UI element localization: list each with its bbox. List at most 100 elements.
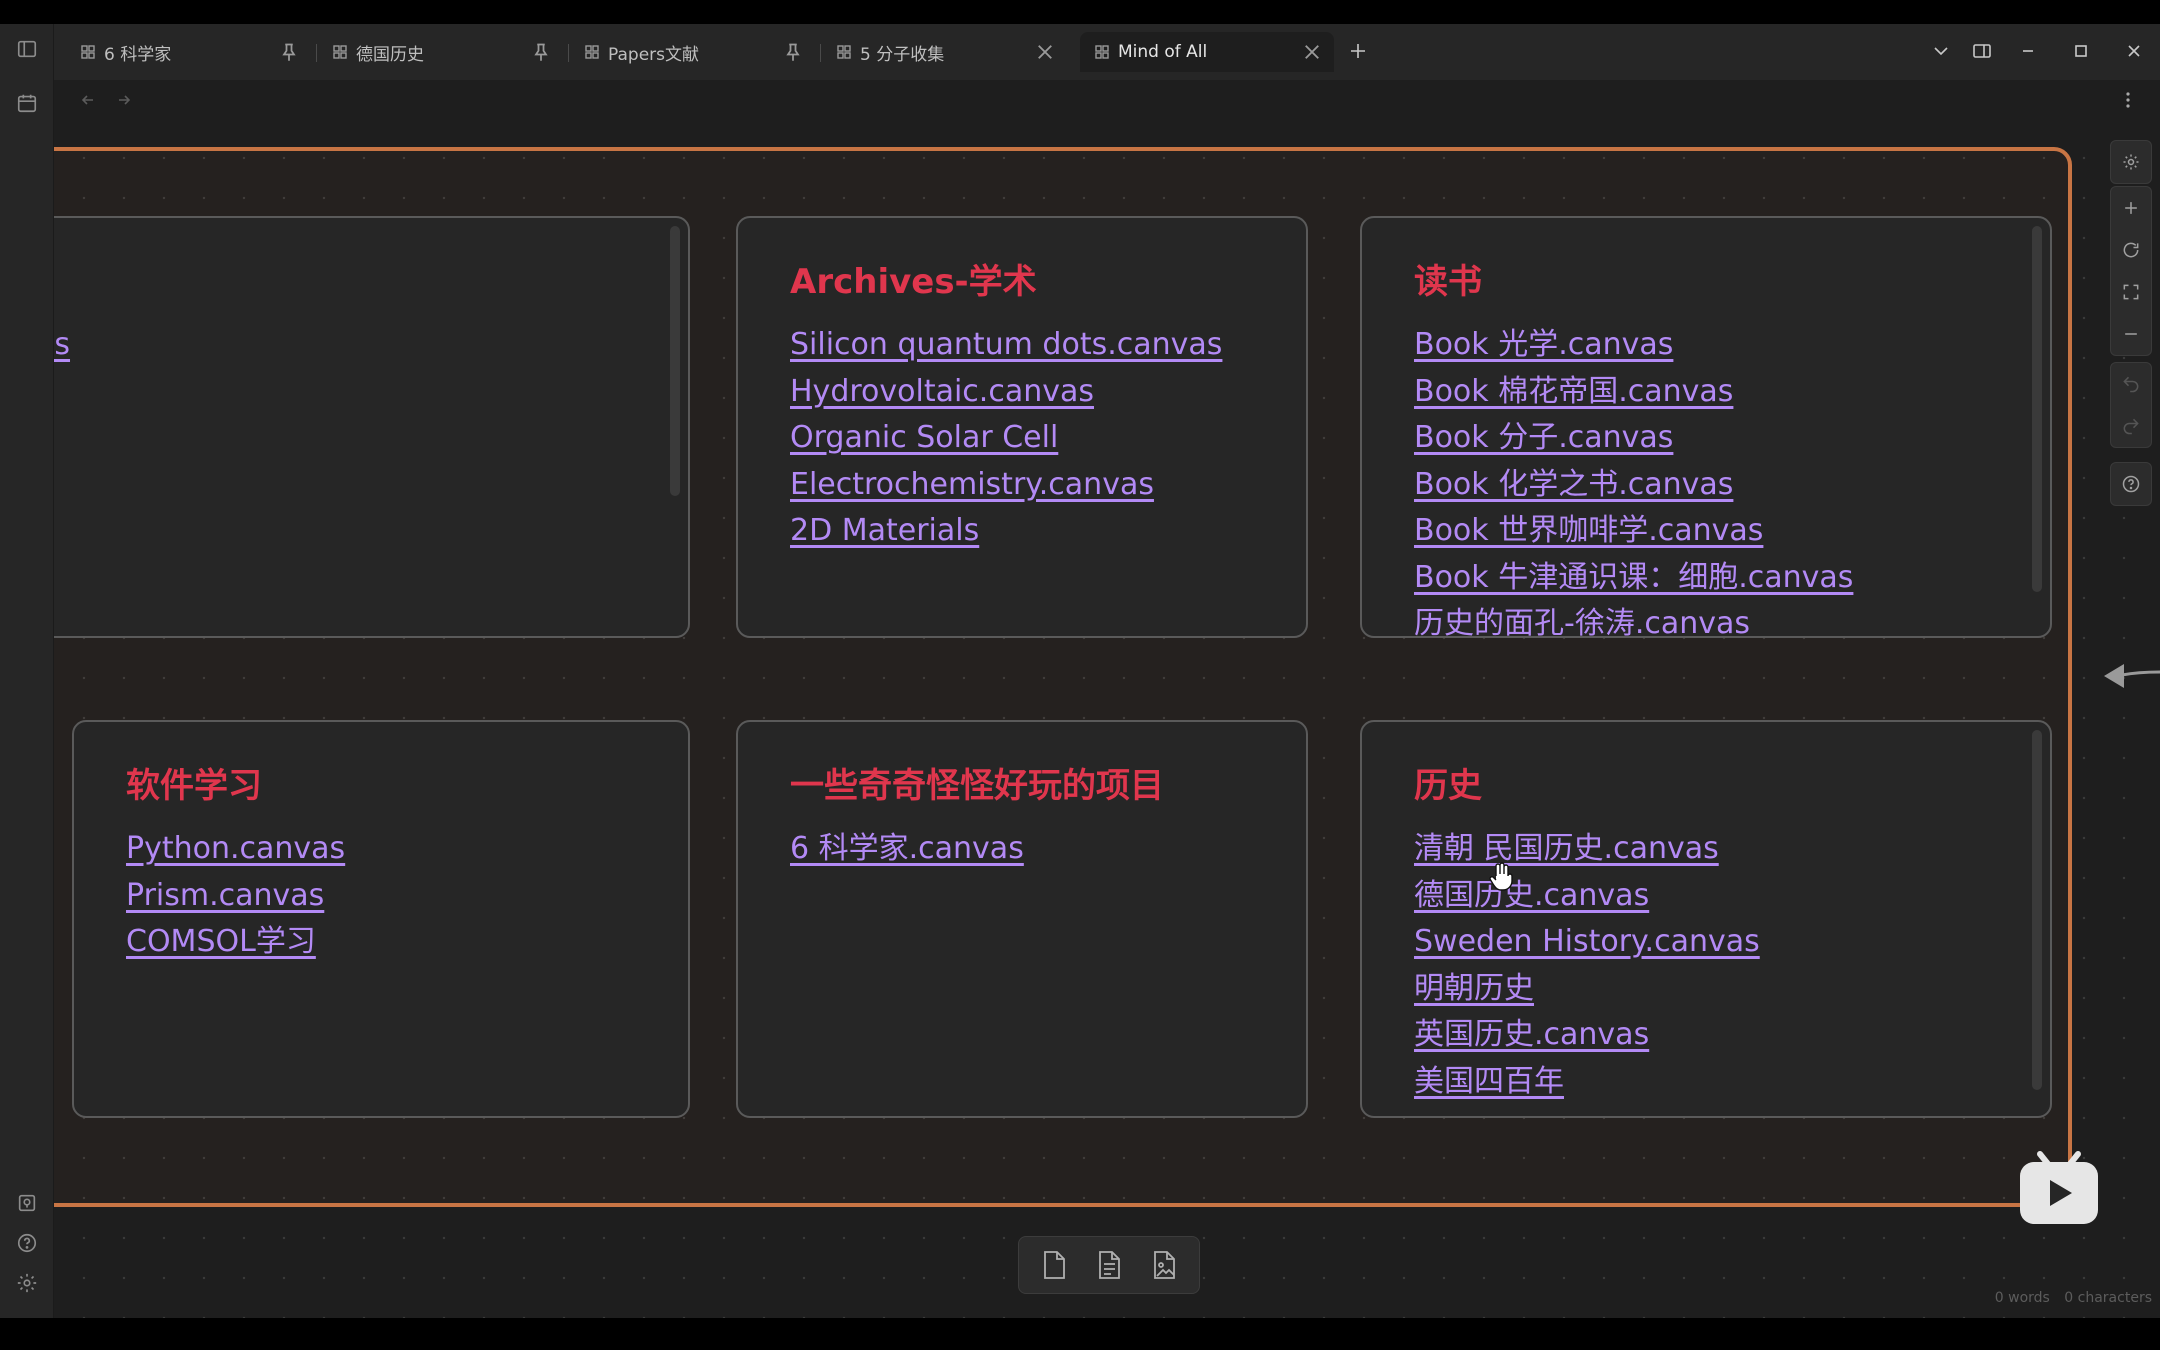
card-scrollbar[interactable]	[670, 226, 680, 496]
canvas-link[interactable]: 清朝 民国历史.canvas	[1414, 826, 1760, 873]
window-close-icon[interactable]	[2119, 36, 2149, 66]
character-count: 0 characters	[2064, 1290, 2152, 1306]
canvas-link[interactable]: 2D Materials	[790, 508, 1222, 555]
history-group	[2110, 362, 2152, 448]
tab-separator	[568, 44, 569, 62]
hand-cursor-icon	[1489, 862, 1513, 891]
card-creation-toolbar	[1018, 1236, 1200, 1294]
card-archives[interactable]: Archives-学术 Silicon quantum dots.canvas …	[736, 216, 1308, 638]
pin-icon[interactable]	[279, 42, 299, 62]
tab-german-history[interactable]: 德国历史	[318, 32, 563, 72]
settings-group	[2110, 140, 2152, 184]
canvas-link[interactable]: Prism.canvas	[126, 873, 345, 920]
tab-label: Papers文献	[608, 44, 700, 65]
settings-gear-icon[interactable]	[14, 1270, 40, 1296]
forward-arrow-icon[interactable]	[110, 86, 138, 114]
tab-separator	[820, 44, 821, 62]
canvas-link[interactable]: Silicon quantum dots.canvas	[790, 322, 1222, 369]
sidebar-toggle-icon[interactable]	[14, 36, 40, 62]
tab-label: Mind of All	[1118, 42, 1208, 62]
card-scrollbar[interactable]	[2032, 730, 2042, 1090]
tab-papers[interactable]: Papers文献	[570, 32, 815, 72]
new-tab-plus-icon[interactable]	[1343, 36, 1373, 66]
canvas-link[interactable]: Book 光学.canvas	[1414, 322, 1853, 369]
calendar-icon[interactable]	[14, 90, 40, 116]
canvas-link[interactable]: Book 棉花帝国.canvas	[1414, 369, 1853, 416]
card-history[interactable]: 历史 清朝 民国历史.canvas 德国历史.canvas Sweden His…	[1360, 720, 2052, 1118]
card-title: 一些奇奇怪怪好玩的项目	[790, 766, 1164, 806]
tab-molecule-collection[interactable]: 5 分子收集	[822, 32, 1067, 72]
pin-icon[interactable]	[783, 42, 803, 62]
canvas-icon	[584, 44, 600, 60]
help-group	[2110, 462, 2152, 506]
canvas-link[interactable]: Organic Solar Cell	[790, 415, 1222, 462]
card-reading[interactable]: 读书 Book 光学.canvas Book 棉花帝国.canvas Book …	[1360, 216, 2052, 638]
redo-icon[interactable]	[2111, 405, 2151, 447]
new-card-icon[interactable]	[1032, 1243, 1076, 1287]
canvas-link[interactable]: 历史的面孔-徐涛.canvas	[1414, 601, 1853, 636]
canvas-link[interactable]: 6 科学家.canvas	[790, 826, 1024, 873]
canvas-area[interactable]: as Archives-学术 Silicon quantum dots.canv…	[54, 120, 2160, 1318]
canvas-link[interactable]: Python.canvas	[126, 826, 345, 873]
close-icon[interactable]	[1302, 42, 1322, 62]
card-scrollbar[interactable]	[2032, 226, 2042, 592]
vault-icon[interactable]	[14, 1190, 40, 1216]
canvas-link[interactable]: Book 牛津通识课：细胞.canvas	[1414, 555, 1853, 602]
canvas-icon	[80, 44, 96, 60]
more-options-icon[interactable]	[2114, 86, 2142, 114]
tab-label: 6 科学家	[104, 44, 172, 65]
chevron-down-icon[interactable]	[1926, 36, 1956, 66]
tab-separator	[316, 44, 317, 62]
tab-6-scientists[interactable]: 6 科学家	[66, 32, 311, 72]
zoom-group	[2110, 186, 2152, 356]
card-links: Silicon quantum dots.canvas Hydrovoltaic…	[790, 322, 1222, 555]
canvas-help-icon[interactable]	[2111, 463, 2151, 505]
view-header	[54, 80, 2160, 120]
back-arrow-icon[interactable]	[74, 86, 102, 114]
card-partial[interactable]: as	[54, 216, 690, 638]
maximize-icon[interactable]	[2066, 36, 2096, 66]
card-links: 6 科学家.canvas	[790, 826, 1024, 873]
card-title: 历史	[1414, 766, 1482, 806]
pin-icon[interactable]	[531, 42, 551, 62]
canvas-link[interactable]: Electrochemistry.canvas	[790, 462, 1222, 509]
edge-arrow[interactable]	[2098, 650, 2160, 700]
canvas-link[interactable]: Sweden History.canvas	[1414, 919, 1760, 966]
zoom-out-minus-icon[interactable]	[2111, 313, 2151, 355]
card-fun-projects[interactable]: 一些奇奇怪怪好玩的项目 6 科学家.canvas	[736, 720, 1308, 1118]
canvas-icon	[836, 44, 852, 60]
canvas-link[interactable]: 德国历史.canvas	[1414, 873, 1760, 920]
canvas-link[interactable]: 美国四百年	[1414, 1059, 1760, 1106]
canvas-link[interactable]: as	[54, 322, 70, 369]
tab-mind-of-all[interactable]: Mind of All	[1080, 32, 1334, 72]
help-icon[interactable]	[14, 1230, 40, 1256]
right-sidebar-toggle-icon[interactable]	[1967, 36, 1997, 66]
card-title: Archives-学术	[790, 262, 1037, 302]
zoom-in-plus-icon[interactable]	[2111, 187, 2151, 229]
word-count: 0 words	[1994, 1290, 2050, 1306]
tab-label: 5 分子收集	[860, 44, 945, 65]
canvas-link[interactable]: COMSOL学习	[126, 919, 345, 966]
reset-zoom-icon[interactable]	[2111, 229, 2151, 271]
undo-icon[interactable]	[2111, 363, 2151, 405]
close-icon[interactable]	[1035, 42, 1055, 62]
status-bar: 0 words 0 characters	[1985, 1290, 2152, 1306]
canvas-icon	[332, 44, 348, 60]
card-links: Book 光学.canvas Book 棉花帝国.canvas Book 分子.…	[1414, 322, 1853, 636]
canvas-link[interactable]: Book 分子.canvas	[1414, 415, 1853, 462]
canvas-settings-gear-icon[interactable]	[2111, 141, 2151, 183]
canvas-link[interactable]: 明朝历史	[1414, 966, 1760, 1013]
media-from-vault-icon[interactable]	[1142, 1243, 1186, 1287]
canvas-link[interactable]: Book 化学之书.canvas	[1414, 462, 1853, 509]
note-from-vault-icon[interactable]	[1087, 1243, 1131, 1287]
top-black-bar	[0, 0, 2160, 24]
canvas-link[interactable]: Book 世界咖啡学.canvas	[1414, 508, 1853, 555]
bottom-black-bar	[0, 1318, 2160, 1350]
zoom-to-fit-icon[interactable]	[2111, 271, 2151, 313]
left-ribbon	[0, 24, 54, 1318]
canvas-link[interactable]: 英国历史.canvas	[1414, 1012, 1760, 1059]
minimize-icon[interactable]	[2013, 36, 2043, 66]
canvas-link[interactable]: Hydrovoltaic.canvas	[790, 369, 1222, 416]
card-links: Python.canvas Prism.canvas COMSOL学习	[126, 826, 345, 966]
card-software-learning[interactable]: 软件学习 Python.canvas Prism.canvas COMSOL学习	[72, 720, 690, 1118]
